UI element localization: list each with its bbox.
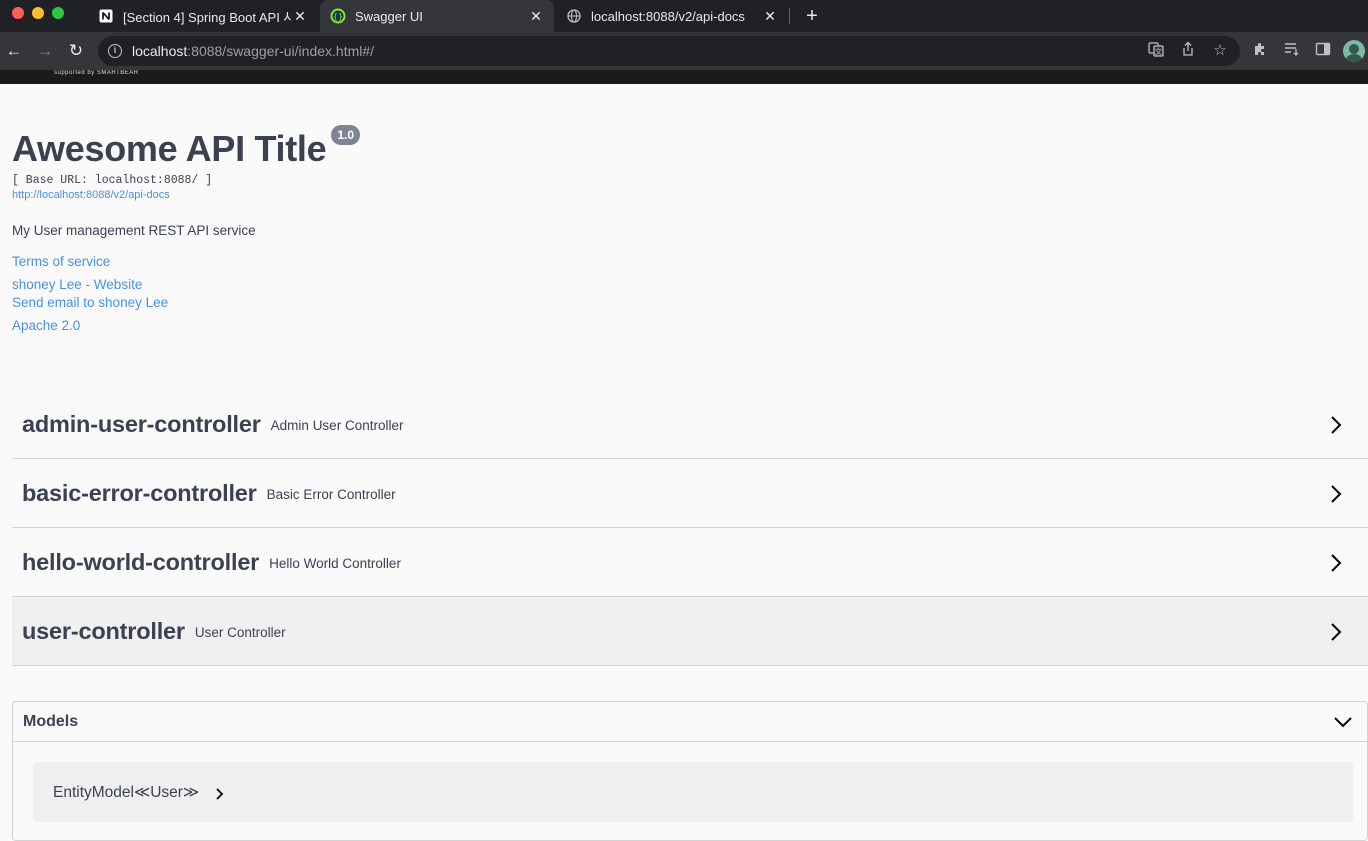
license-link[interactable]: Apache 2.0 <box>12 318 1352 333</box>
tag-description: Admin User Controller <box>270 417 404 433</box>
swagger-topbar: supported by SMARTBEAR <box>0 70 1368 84</box>
version-badge: 1.0 <box>331 125 361 145</box>
chevron-right-icon[interactable] <box>1326 553 1346 573</box>
chevron-right-icon[interactable] <box>1326 415 1346 435</box>
svg-text:{}: {} <box>333 12 343 21</box>
tab-separator <box>789 8 790 24</box>
tag-name: admin-user-controller <box>22 410 261 437</box>
tab-title: Swagger UI <box>355 8 423 24</box>
api-title: Awesome API Title <box>12 128 327 169</box>
new-tab-button[interactable]: + <box>800 4 824 28</box>
close-tab-icon[interactable]: ✕ <box>292 8 308 25</box>
site-info-icon[interactable]: i <box>108 44 122 58</box>
tag-admin-user-controller[interactable]: admin-user-controller Admin User Control… <box>12 390 1368 459</box>
notion-icon <box>98 8 114 24</box>
reading-list-icon[interactable] <box>1282 41 1302 61</box>
api-info: Awesome API Title 1.0 [ Base URL: localho… <box>12 125 1352 333</box>
side-panel-icon[interactable] <box>1313 41 1333 61</box>
base-url: [ Base URL: localhost:8088/ ] <box>12 174 213 187</box>
supported-by-text: supported by SMARTBEAR <box>54 70 139 76</box>
extensions-icon[interactable] <box>1250 41 1270 61</box>
tag-basic-error-controller[interactable]: basic-error-controller Basic Error Contr… <box>12 459 1368 528</box>
address-bar[interactable]: i localhost:8088/swagger-ui/index.html#/… <box>98 36 1240 66</box>
tab-title: localhost:8088/v2/api-docs <box>591 8 745 24</box>
browser-toolbar: ← → ↻ i localhost:8088/swagger-ui/index.… <box>0 32 1368 70</box>
maximize-window-button[interactable] <box>52 7 64 19</box>
svg-text:文: 文 <box>1155 47 1162 56</box>
api-description: My User management REST API service <box>12 223 256 238</box>
forward-button[interactable]: → <box>33 39 57 63</box>
tab-section4[interactable]: [Section 4] Spring Boot API 사용 ✕ <box>88 0 318 32</box>
tag-user-controller[interactable]: user-controller User Controller <box>12 597 1368 666</box>
chevron-right-icon[interactable] <box>1326 622 1346 642</box>
tag-name: basic-error-controller <box>22 479 257 506</box>
tag-description: User Controller <box>194 624 286 640</box>
tag-description: Basic Error Controller <box>266 486 396 502</box>
models-title: Models <box>23 712 79 730</box>
swagger-icon: {} <box>330 8 346 24</box>
tag-hello-world-controller[interactable]: hello-world-controller Hello World Contr… <box>12 528 1368 597</box>
close-window-button[interactable] <box>12 7 24 19</box>
share-icon[interactable] <box>1178 41 1198 61</box>
chevron-right-icon[interactable] <box>1326 484 1346 504</box>
tag-description: Hello World Controller <box>269 555 401 571</box>
tag-name: user-controller <box>22 617 185 644</box>
bookmark-star-icon[interactable]: ☆ <box>1210 41 1230 61</box>
translate-icon[interactable]: 文 <box>1146 41 1166 61</box>
tag-name: hello-world-controller <box>22 548 260 575</box>
model-entitymodel-user[interactable]: EntityModel≪User≫ <box>33 762 1353 822</box>
close-tab-icon[interactable]: ✕ <box>528 8 544 25</box>
contact-email-link[interactable]: Send email to shoney Lee <box>12 295 1352 310</box>
tab-swagger-ui[interactable]: {} Swagger UI ✕ <box>320 0 554 32</box>
tab-title: [Section 4] Spring Boot API 사용 <box>123 9 292 25</box>
globe-icon <box>566 8 582 24</box>
chevron-right-icon[interactable] <box>213 787 227 801</box>
back-button[interactable]: ← <box>2 39 26 63</box>
reload-button[interactable]: ↻ <box>64 39 88 63</box>
terms-of-service-link[interactable]: Terms of service <box>12 254 1352 269</box>
models-header[interactable]: Models <box>13 702 1367 742</box>
close-tab-icon[interactable]: ✕ <box>762 8 778 25</box>
model-name: EntityModel≪User≫ <box>53 783 200 801</box>
api-docs-link[interactable]: http://localhost:8088/v2/api-docs <box>12 189 1352 201</box>
contact-website-link[interactable]: shoney Lee - Website <box>12 277 1352 292</box>
url-text[interactable]: localhost:8088/swagger-ui/index.html#/ <box>132 43 374 59</box>
browser-tab-bar: [Section 4] Spring Boot API 사용 ✕ {} Swag… <box>0 0 1368 32</box>
minimize-window-button[interactable] <box>32 7 44 19</box>
chevron-down-icon[interactable] <box>1333 712 1353 732</box>
models-section: Models EntityModel≪User≫ <box>12 701 1368 841</box>
tab-api-docs[interactable]: localhost:8088/v2/api-docs ✕ <box>556 0 788 32</box>
profile-avatar[interactable] <box>1343 40 1365 62</box>
